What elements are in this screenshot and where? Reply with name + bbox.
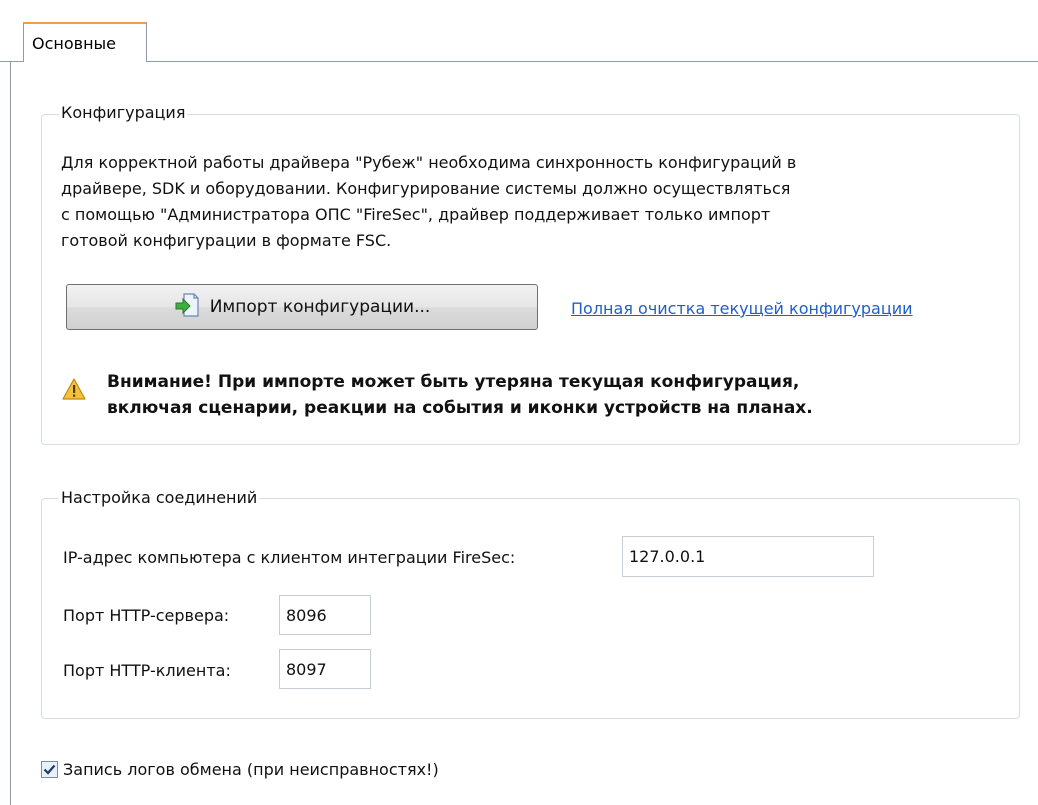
warning-icon xyxy=(62,378,86,404)
warning-line: Внимание! При импорте может быть утеряна… xyxy=(107,372,800,392)
tab-main[interactable]: Основные xyxy=(23,22,147,62)
clear-configuration-link[interactable]: Полная очистка текущей конфигурации xyxy=(571,299,913,318)
tab-strip: Основные xyxy=(0,0,1038,62)
ip-address-label: IP-адрес компьютера с клиентом интеграци… xyxy=(63,548,516,567)
ip-address-input[interactable] xyxy=(622,536,874,577)
panel-border xyxy=(10,62,11,805)
http-client-port-input[interactable] xyxy=(279,649,371,689)
connections-group-title: Настройка соединений xyxy=(59,488,260,507)
exchange-log-label: Запись логов обмена (при неисправностях!… xyxy=(63,760,439,779)
import-file-icon xyxy=(174,292,200,323)
configuration-description: Для корректной работы драйвера "Рубеж" н… xyxy=(61,150,981,254)
description-line: с помощью "Администратора ОПС "FireSec",… xyxy=(61,205,771,224)
checkmark-icon xyxy=(43,764,56,775)
import-button-label: Импорт конфигурации... xyxy=(209,297,431,317)
exchange-log-option[interactable]: Запись логов обмена (при неисправностях!… xyxy=(41,760,439,779)
warning-message: Внимание! При импорте может быть утеряна… xyxy=(107,369,813,421)
tab-strip-divider xyxy=(147,61,1038,62)
warning-line: включая сценарии, реакции на события и и… xyxy=(107,398,813,418)
http-server-port-label: Порт HTTP-сервера: xyxy=(63,606,230,625)
http-server-port-input[interactable] xyxy=(279,595,371,635)
description-line: драйвере, SDK и оборудовании. Конфигурир… xyxy=(61,179,791,198)
tab-strip-divider xyxy=(0,61,23,62)
exchange-log-checkbox[interactable] xyxy=(41,761,58,778)
description-line: готовой конфигурации в формате FSC. xyxy=(61,231,392,250)
configuration-group-title: Конфигурация xyxy=(59,103,188,122)
import-configuration-button[interactable]: Импорт конфигурации... xyxy=(66,284,538,330)
description-line: Для корректной работы драйвера "Рубеж" н… xyxy=(61,153,797,172)
http-client-port-label: Порт HTTP-клиента: xyxy=(63,661,231,680)
